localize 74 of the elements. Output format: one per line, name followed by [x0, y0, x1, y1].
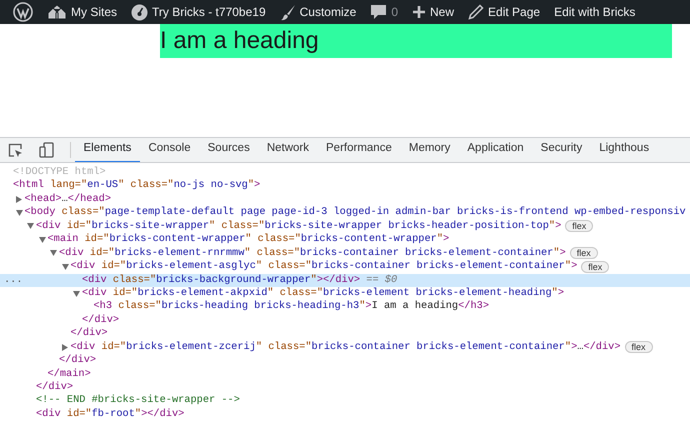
tree-row[interactable]: <div id="fb-root"></div> — [0, 408, 690, 422]
flex-badge[interactable]: flex — [624, 341, 653, 354]
code-line: </main> — [48, 368, 91, 382]
admin-bar-link[interactable]: Edit Page — [488, 3, 540, 21]
tree-row[interactable]: </div> — [0, 354, 690, 368]
flex-badge[interactable]: flex — [570, 247, 598, 260]
inspect-element-icon[interactable] — [8, 142, 23, 158]
code-line: <div id="bricks-element-rnrmmw" class="bricks-container bricks-element-container"> — [59, 246, 566, 260]
admin-bar-link[interactable]: My Sites — [71, 3, 118, 21]
code-line: <h3 class="bricks-heading bricks-heading-h3">I am a heading</h3> — [94, 300, 490, 314]
code-line: </div> — [82, 314, 120, 328]
code-line: <div class="bricks-background-wrapper"></div> == $0 — [82, 274, 398, 287]
code-line: <div id="fb-root"></div> — [36, 408, 184, 422]
tree-row[interactable]: </div> — [0, 381, 690, 394]
code-line: <html lang="en-US" class="no-js no-svg"> — [13, 179, 260, 193]
admin-bar-link[interactable]: Edit with Bricks — [547, 0, 642, 24]
tree-row[interactable]: <div id="bricks-site-wrapper" class="bricks-site-wrapper bricks-header-position-top"> flex — [0, 220, 690, 234]
gauge-icon — [131, 4, 148, 20]
disclosure-triangle-icon[interactable] — [62, 264, 68, 270]
tree-row[interactable]: <!-- END #bricks-site-wrapper --> — [0, 394, 690, 408]
devtools-tab[interactable]: Elements — [75, 138, 140, 162]
disclosure-triangle-icon[interactable] — [62, 344, 68, 351]
code-line: <div id="bricks-element-akpxid" class="bricks-element bricks-element-heading"> — [82, 286, 564, 300]
code-line: <div id="bricks-site-wrapper" class="bricks-site-wrapper bricks-header-position-top"> — [36, 220, 562, 234]
tree-row[interactable]: <div id="bricks-element-asglyc" class="bricks-container bricks-element-container"> flex — [0, 260, 690, 274]
tree-row[interactable]: <head>…</head> — [0, 192, 690, 206]
code-line: <div id="bricks-element-zcerij" class="bricks-container bricks-element-container">…</div> — [70, 340, 621, 354]
code-line: <!-- END #bricks-site-wrapper --> — [36, 394, 240, 408]
admin-bar-link[interactable]: Customize — [300, 3, 356, 21]
plus-icon — [412, 5, 426, 19]
device-toolbar-icon[interactable] — [39, 142, 54, 158]
flex-badge[interactable]: flex — [581, 260, 610, 273]
code-line: <main id="bricks-content-wrapper" class="bricks-content-wrapper"> — [48, 233, 450, 247]
admin-bar-link[interactable]: Try Bricks - t770be19 — [152, 3, 266, 21]
disclosure-triangle-icon[interactable] — [50, 250, 57, 256]
code-line: </div> — [36, 381, 74, 394]
code-line: </div> — [59, 354, 96, 368]
tree-row[interactable]: <div id="bricks-element-rnrmmw" class="bricks-container bricks-element-container"> flex — [0, 246, 690, 260]
tree-row[interactable]: <div id="bricks-element-zcerij" class="bricks-container bricks-element-container">…</div> flex — [0, 340, 690, 354]
wordpress-logo-icon — [13, 2, 33, 22]
paintbrush-icon — [280, 4, 296, 20]
code-line: <!DOCTYPE html> — [13, 166, 106, 180]
tree-row[interactable]: <h3 class="bricks-heading bricks-heading-h3">I am a heading</h3> — [0, 300, 690, 314]
devtools-tab[interactable]: Sources — [199, 138, 258, 162]
flex-badge[interactable]: flex — [565, 220, 594, 232]
houses-icon — [47, 4, 67, 20]
devtools-tab[interactable]: Performance — [318, 138, 400, 162]
ellipsis-text[interactable]: ... — [4, 274, 23, 287]
devtools-tab[interactable]: Application — [458, 138, 532, 162]
admin-bar-link[interactable]: 0 — [391, 3, 398, 21]
devtools-tab[interactable]: Lighthous — [590, 138, 658, 162]
pencil-icon — [468, 4, 484, 20]
devtools-tab[interactable]: Network — [258, 138, 318, 162]
tree-row[interactable]: </main> — [0, 368, 690, 381]
tree-row[interactable]: <main id="bricks-content-wrapper" class="bricks-content-wrapper"> — [0, 233, 690, 247]
devtools-tab[interactable]: Memory — [400, 138, 459, 162]
code-line: <head>…</head> — [24, 192, 112, 206]
admin-bar-link[interactable]: New — [430, 3, 454, 21]
code-line: <div id="bricks-element-asglyc" class="bricks-container bricks-element-container"> — [70, 260, 578, 274]
tree-row[interactable]: ... <div class="bricks-background-wrapper"></div> == $0 — [0, 274, 690, 287]
disclosure-triangle-icon[interactable] — [16, 210, 22, 216]
disclosure-triangle-icon[interactable] — [73, 290, 80, 297]
speech-bubble-icon — [370, 4, 388, 20]
code-line: </div> — [70, 327, 108, 341]
tree-row[interactable]: </div> — [0, 314, 690, 328]
tree-row[interactable]: <html lang="en-US" class="no-js no-svg"> — [0, 179, 690, 193]
devtools-tab[interactable]: Console — [140, 138, 200, 162]
disclosure-triangle-icon[interactable] — [16, 196, 22, 204]
page-heading: I am a heading — [160, 24, 672, 58]
devtools-tab[interactable]: Security — [532, 138, 591, 162]
disclosure-triangle-icon[interactable] — [38, 236, 46, 243]
disclosure-triangle-icon[interactable] — [27, 223, 34, 230]
tree-row[interactable]: <div id="bricks-element-akpxid" class="bricks-element bricks-element-heading"> — [0, 286, 690, 300]
tree-row[interactable]: </div> — [0, 327, 690, 341]
